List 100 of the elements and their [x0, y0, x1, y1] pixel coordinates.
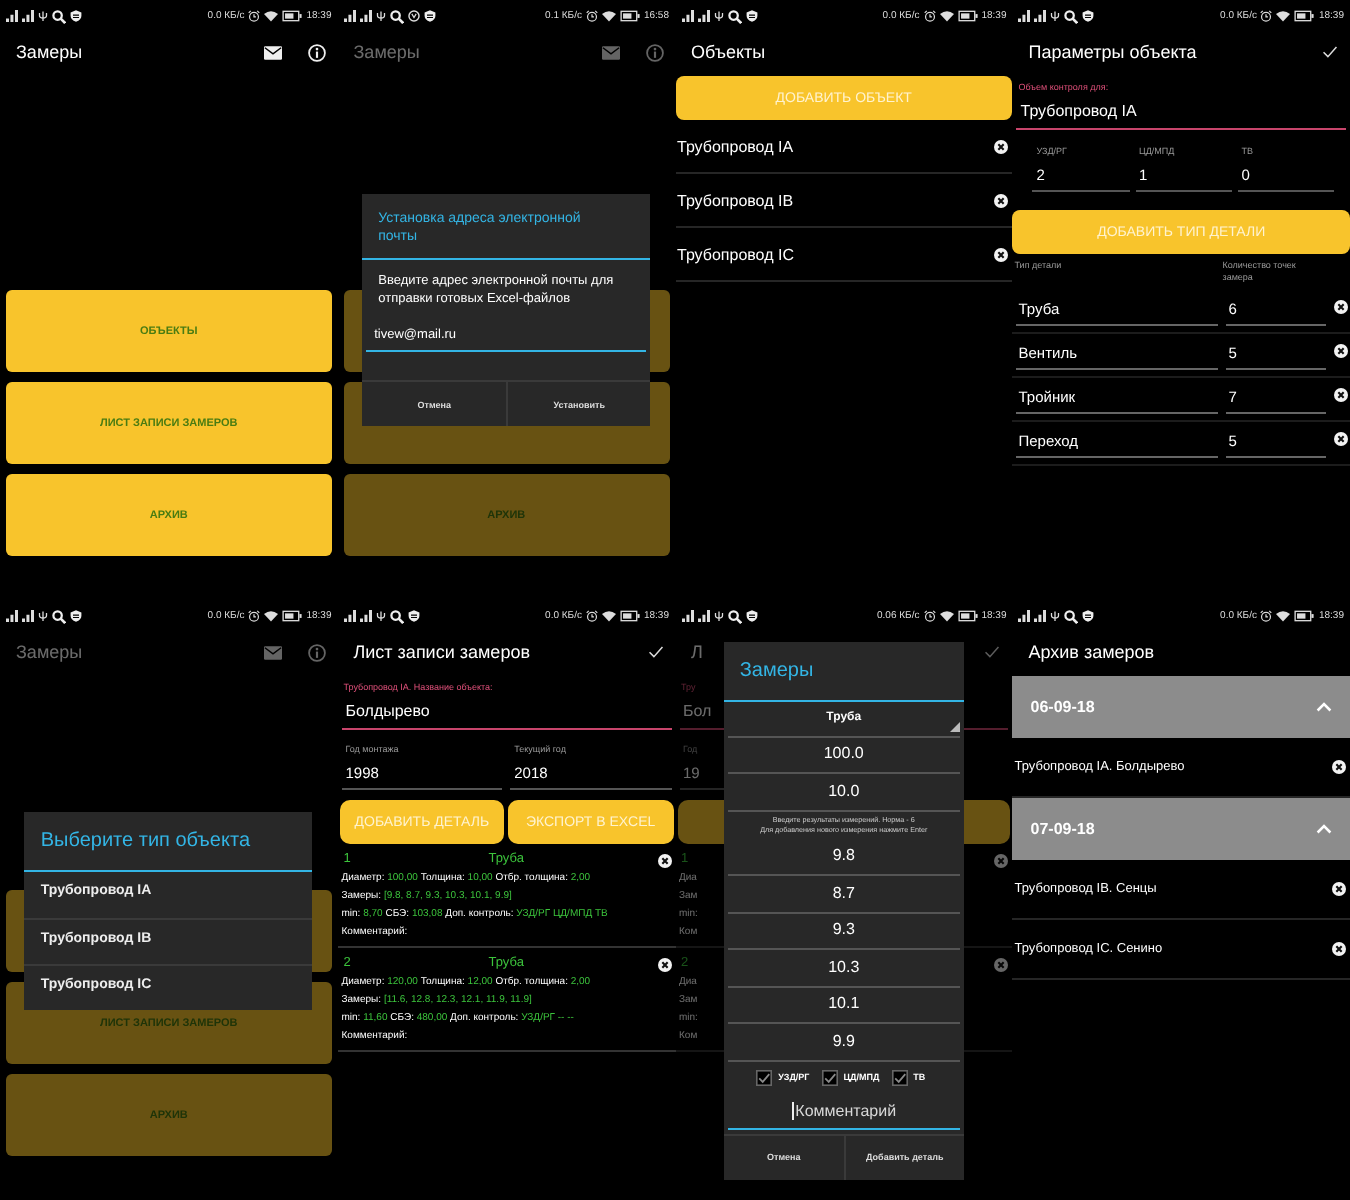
trident-icon: [713, 10, 723, 22]
screen-title: Параметры объекта: [1028, 41, 1197, 63]
screen-title: Л: [691, 641, 703, 663]
battery-icon: [619, 10, 640, 22]
close-circle-icon[interactable]: [994, 193, 1009, 207]
alarm-clock-icon: [923, 610, 936, 622]
close-circle-icon[interactable]: [1332, 942, 1346, 956]
screen-title: Архив замеров: [1028, 641, 1155, 663]
battery-icon: [1294, 610, 1315, 622]
battery-icon: [1294, 10, 1315, 22]
alarm-clock-icon: [248, 10, 261, 22]
chevron-up-icon[interactable]: [1316, 702, 1332, 712]
wifi-icon: [601, 610, 616, 622]
dialog-title: Выберите тип объекта: [38, 827, 253, 855]
wifi-icon: [264, 10, 279, 22]
check-icon[interactable]: [647, 646, 663, 658]
close-circle-icon[interactable]: [657, 957, 671, 972]
wifi-icon: [1276, 10, 1291, 22]
alarm-clock-icon: [1260, 610, 1273, 622]
shield-icon: [745, 10, 757, 22]
close-circle-icon[interactable]: [1334, 432, 1349, 446]
shield-icon: [1082, 610, 1095, 622]
mail-icon[interactable]: [263, 45, 282, 59]
comment-field[interactable]: Комментарий: [727, 1093, 960, 1129]
alarm-clock-icon: [585, 610, 598, 622]
signal-icon: [22, 610, 34, 622]
signal-icon: [697, 610, 709, 622]
search-icon: [1064, 609, 1079, 623]
measurement-field[interactable]: 9.3: [727, 913, 960, 950]
trident-icon: [38, 10, 48, 22]
signal-icon: [359, 610, 372, 622]
battery-icon: [619, 610, 640, 622]
screen-title: Объекты: [691, 41, 766, 63]
search-icon: [52, 609, 66, 623]
search-icon: [52, 9, 66, 23]
close-circle-icon[interactable]: [657, 853, 671, 868]
search-icon: [389, 609, 404, 623]
close-circle-icon[interactable]: [994, 139, 1009, 153]
trident-icon: [375, 610, 386, 622]
signal-icon: [1018, 610, 1031, 622]
close-circle-icon[interactable]: [1334, 388, 1349, 402]
wifi-icon: [939, 10, 954, 22]
shield-icon: [423, 10, 436, 22]
signal-icon: [697, 10, 709, 22]
info-icon[interactable]: [307, 43, 326, 61]
alarm-clock-icon: [1260, 10, 1273, 22]
signal-icon: [6, 610, 18, 622]
checkbox[interactable]: [756, 1069, 773, 1085]
battery-icon: [282, 610, 303, 622]
measurement-field[interactable]: 9.8: [727, 839, 960, 876]
measurement-field[interactable]: 8.7: [727, 876, 960, 913]
name-field[interactable]: Болдырево: [341, 692, 671, 730]
number-field[interactable]: 100.0: [727, 737, 960, 774]
search-icon: [389, 9, 404, 23]
alarm-clock-icon: [248, 610, 261, 622]
shield-icon: [70, 10, 82, 22]
alarm-clock-icon: [923, 10, 936, 22]
measurement-field[interactable]: 9.9: [727, 1024, 960, 1061]
close-circle-icon[interactable]: [1332, 882, 1346, 896]
shield-icon: [745, 610, 757, 622]
signal-icon: [681, 10, 693, 22]
chevron-up-icon[interactable]: [1316, 824, 1332, 834]
screen-title: Лист записи замеров: [353, 641, 530, 663]
check-icon[interactable]: [1322, 46, 1338, 58]
close-circle-icon[interactable]: [1334, 300, 1349, 314]
screen-title: Замеры: [16, 41, 83, 63]
shield-icon: [70, 610, 82, 622]
close-circle-icon[interactable]: [1332, 760, 1346, 774]
measurement-field[interactable]: 10.3: [727, 950, 960, 987]
name-field[interactable]: Бол: [679, 692, 716, 728]
wifi-icon: [1276, 610, 1291, 622]
signal-icon: [1018, 10, 1031, 22]
screen-title: Замеры: [353, 41, 420, 63]
shield-icon: [1082, 10, 1095, 22]
checkbox[interactable]: [821, 1069, 838, 1085]
dropdown-corner-icon: [949, 721, 960, 731]
wifi-icon: [264, 610, 279, 622]
wifi-icon: [939, 610, 954, 622]
name-field[interactable]: Трубопровод IA: [1016, 92, 1346, 130]
close-circle-icon[interactable]: [994, 247, 1009, 261]
trident-icon: [375, 10, 386, 22]
signal-icon: [343, 10, 356, 22]
trident-icon: [1050, 10, 1061, 22]
dialog-title: Замеры: [737, 657, 816, 685]
signal-icon: [1034, 610, 1047, 622]
signal-icon: [1034, 10, 1047, 22]
close-circle-icon[interactable]: [1334, 344, 1349, 358]
signal-icon: [681, 610, 693, 622]
check-icon[interactable]: [984, 646, 1001, 658]
number-field[interactable]: 10.0: [727, 774, 960, 811]
checkbox[interactable]: [891, 1069, 908, 1085]
battery-icon: [282, 10, 303, 22]
screen-title: Замеры: [16, 641, 83, 663]
measurement-field[interactable]: 10.1: [727, 987, 960, 1024]
shield-icon: [407, 610, 420, 622]
search-icon: [1064, 9, 1079, 23]
alarm-clock-icon: [585, 10, 598, 22]
wifi-icon: [601, 10, 616, 22]
battery-icon: [957, 610, 978, 622]
search-icon: [727, 609, 741, 623]
